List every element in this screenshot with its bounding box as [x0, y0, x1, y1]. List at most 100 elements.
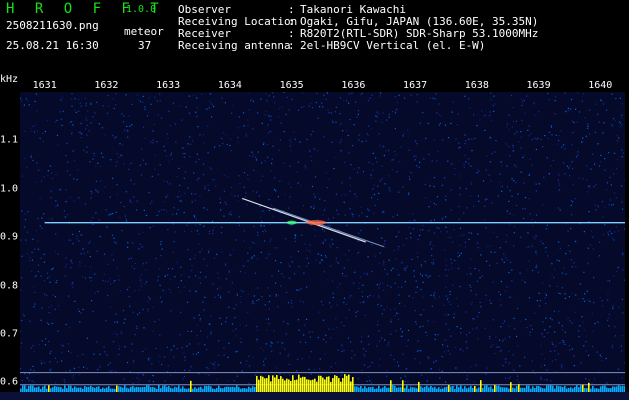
noise-pixel	[263, 240, 266, 242]
noise-pixel	[289, 165, 291, 167]
noise-pixel	[262, 230, 264, 233]
noise-pixel	[431, 255, 433, 257]
noise-pixel	[401, 331, 403, 333]
noise-pixel	[475, 364, 477, 366]
noise-pixel	[210, 168, 212, 170]
meteor-count: 37	[138, 39, 152, 52]
noise-pixel	[614, 335, 617, 337]
noise-pixel	[510, 95, 512, 97]
noise-pixel	[621, 185, 623, 187]
noise-pixel	[102, 279, 104, 282]
noise-pixel	[413, 155, 415, 157]
noise-pixel	[429, 243, 431, 245]
noise-pixel	[536, 138, 538, 140]
noise-pixel	[400, 146, 402, 148]
noise-pixel	[136, 94, 139, 96]
noise-pixel	[477, 233, 479, 235]
noise-pixel	[589, 185, 591, 187]
noise-pixel	[163, 145, 165, 147]
noise-pixel	[34, 291, 36, 294]
noise-pixel	[86, 119, 88, 121]
noise-pixel	[473, 114, 475, 116]
power-bar	[292, 375, 294, 392]
noise-pixel	[374, 255, 376, 257]
noise-pixel	[391, 159, 393, 161]
noise-pixel	[251, 257, 253, 259]
noise-pixel	[48, 306, 50, 308]
noise-pixel	[459, 244, 461, 246]
noise-pixel	[517, 375, 519, 377]
noise-pixel	[414, 358, 416, 360]
noise-pixel	[164, 274, 166, 276]
noise-pixel	[273, 188, 276, 191]
noise-pixel	[460, 252, 462, 255]
noise-pixel	[321, 259, 323, 262]
noise-pixel	[115, 313, 117, 315]
noise-pixel	[378, 295, 380, 297]
noise-pixel	[86, 124, 88, 126]
noise-pixel	[594, 163, 596, 165]
noise-pixel	[459, 286, 461, 288]
noise-pixel	[444, 177, 446, 179]
noise-pixel	[396, 171, 398, 173]
noise-pixel	[616, 168, 618, 170]
x-tick-label: 1640	[588, 80, 613, 91]
noise-pixel	[287, 276, 290, 279]
noise-pixel	[153, 123, 155, 126]
noise-pixel	[175, 141, 177, 143]
noise-pixel	[456, 124, 458, 126]
noise-pixel	[246, 204, 248, 206]
noise-pixel	[94, 292, 96, 294]
noise-pixel	[270, 238, 272, 240]
noise-pixel	[281, 346, 283, 348]
noise-pixel	[540, 139, 542, 141]
noise-pixel	[417, 238, 419, 241]
noise-pixel	[289, 196, 291, 198]
power-bar	[330, 381, 332, 392]
noise-pixel	[199, 134, 201, 136]
noise-pixel	[602, 103, 605, 105]
noise-pixel	[159, 100, 161, 102]
noise-pixel	[195, 353, 198, 355]
noise-pixel	[203, 142, 205, 144]
noise-pixel	[80, 234, 82, 236]
noise-pixel	[261, 122, 263, 124]
noise-pixel	[491, 152, 493, 155]
noise-pixel	[477, 168, 479, 171]
noise-pixel	[537, 271, 539, 273]
noise-pixel	[139, 277, 141, 279]
power-bar	[588, 382, 590, 392]
noise-pixel	[78, 230, 80, 233]
noise-pixel	[289, 278, 291, 280]
noise-pixel	[470, 232, 473, 234]
noise-pixel	[512, 354, 514, 356]
power-bar	[576, 385, 578, 392]
noise-pixel	[177, 196, 179, 198]
noise-pixel	[391, 169, 394, 171]
noise-pixel	[90, 190, 92, 192]
noise-pixel	[453, 386, 455, 388]
noise-pixel	[99, 235, 101, 238]
noise-pixel	[121, 113, 123, 115]
noise-pixel	[92, 158, 94, 160]
noise-pixel	[601, 100, 603, 102]
noise-pixel	[202, 174, 205, 176]
noise-pixel	[501, 258, 503, 260]
noise-pixel	[277, 247, 279, 249]
noise-pixel	[398, 94, 400, 96]
noise-pixel	[191, 265, 193, 267]
noise-pixel	[55, 200, 57, 202]
noise-pixel	[558, 342, 560, 344]
noise-pixel	[561, 272, 563, 274]
noise-pixel	[571, 161, 573, 163]
noise-pixel	[453, 317, 455, 319]
noise-pixel	[314, 235, 316, 237]
noise-pixel	[237, 136, 239, 139]
noise-pixel	[212, 233, 214, 235]
noise-pixel	[62, 345, 64, 347]
noise-pixel	[219, 198, 221, 200]
noise-pixel	[217, 294, 219, 296]
noise-pixel	[401, 262, 403, 264]
noise-pixel	[30, 347, 32, 349]
noise-pixel	[304, 165, 306, 167]
